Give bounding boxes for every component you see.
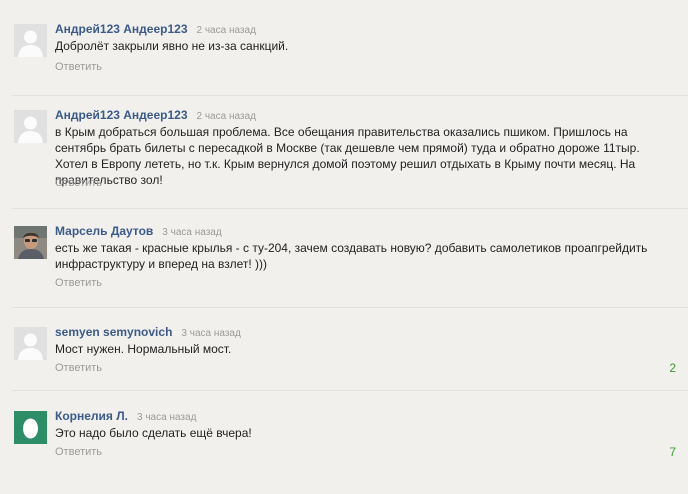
reply-button[interactable]: Ответить bbox=[55, 61, 102, 73]
reply-button[interactable]: Ответить bbox=[55, 177, 102, 189]
comment-divider bbox=[12, 95, 688, 96]
author-link[interactable]: Андрей123 Андеер123 bbox=[55, 22, 188, 36]
comment-meta: Андрей123 Андеер123 2 часа назад bbox=[55, 107, 256, 125]
default-avatar-icon[interactable] bbox=[14, 110, 47, 143]
timestamp: 2 часа назад bbox=[196, 111, 256, 122]
author-link[interactable]: Марсель Даутов bbox=[55, 224, 153, 238]
timestamp: 2 часа назад bbox=[196, 25, 256, 36]
rating-count: 7 bbox=[669, 445, 676, 459]
author-link[interactable]: Андрей123 Андеер123 bbox=[55, 108, 188, 122]
comment-text: Добролёт закрыли явно не из-за санкций. bbox=[55, 39, 289, 53]
author-link[interactable]: semyen semynovich bbox=[55, 325, 172, 339]
user-photo-icon[interactable] bbox=[14, 226, 47, 259]
rating-count: 2 bbox=[669, 361, 676, 375]
comment-text: Мост нужен. Нормальный мост. bbox=[55, 342, 232, 356]
comment-meta: Андрей123 Андеер123 2 часа назад bbox=[55, 21, 256, 39]
comment-meta: Корнелия Л. 3 часа назад bbox=[55, 408, 196, 426]
comment-text: Это надо было сделать ещё вчера! bbox=[55, 426, 252, 440]
comment-divider bbox=[12, 208, 688, 209]
reply-button[interactable]: Ответить bbox=[55, 446, 102, 458]
timestamp: 3 часа назад bbox=[162, 227, 222, 238]
egg-avatar-icon[interactable] bbox=[14, 411, 47, 444]
default-avatar-icon[interactable] bbox=[14, 24, 47, 57]
comment-divider bbox=[12, 390, 688, 391]
timestamp: 3 часа назад bbox=[137, 412, 197, 423]
comment-text: есть же такая - красные крылья - с ту-20… bbox=[55, 241, 648, 271]
reply-button[interactable]: Ответить bbox=[55, 277, 102, 289]
comment-meta: Марсель Даутов 3 часа назад bbox=[55, 223, 222, 241]
comment-text: в Крым добраться большая проблема. Все о… bbox=[55, 125, 640, 187]
author-link[interactable]: Корнелия Л. bbox=[55, 409, 128, 423]
timestamp: 3 часа назад bbox=[181, 328, 241, 339]
reply-button[interactable]: Ответить bbox=[55, 362, 102, 374]
default-avatar-icon[interactable] bbox=[14, 327, 47, 360]
comment-divider bbox=[12, 307, 688, 308]
comment-meta: semyen semynovich 3 часа назад bbox=[55, 324, 241, 342]
